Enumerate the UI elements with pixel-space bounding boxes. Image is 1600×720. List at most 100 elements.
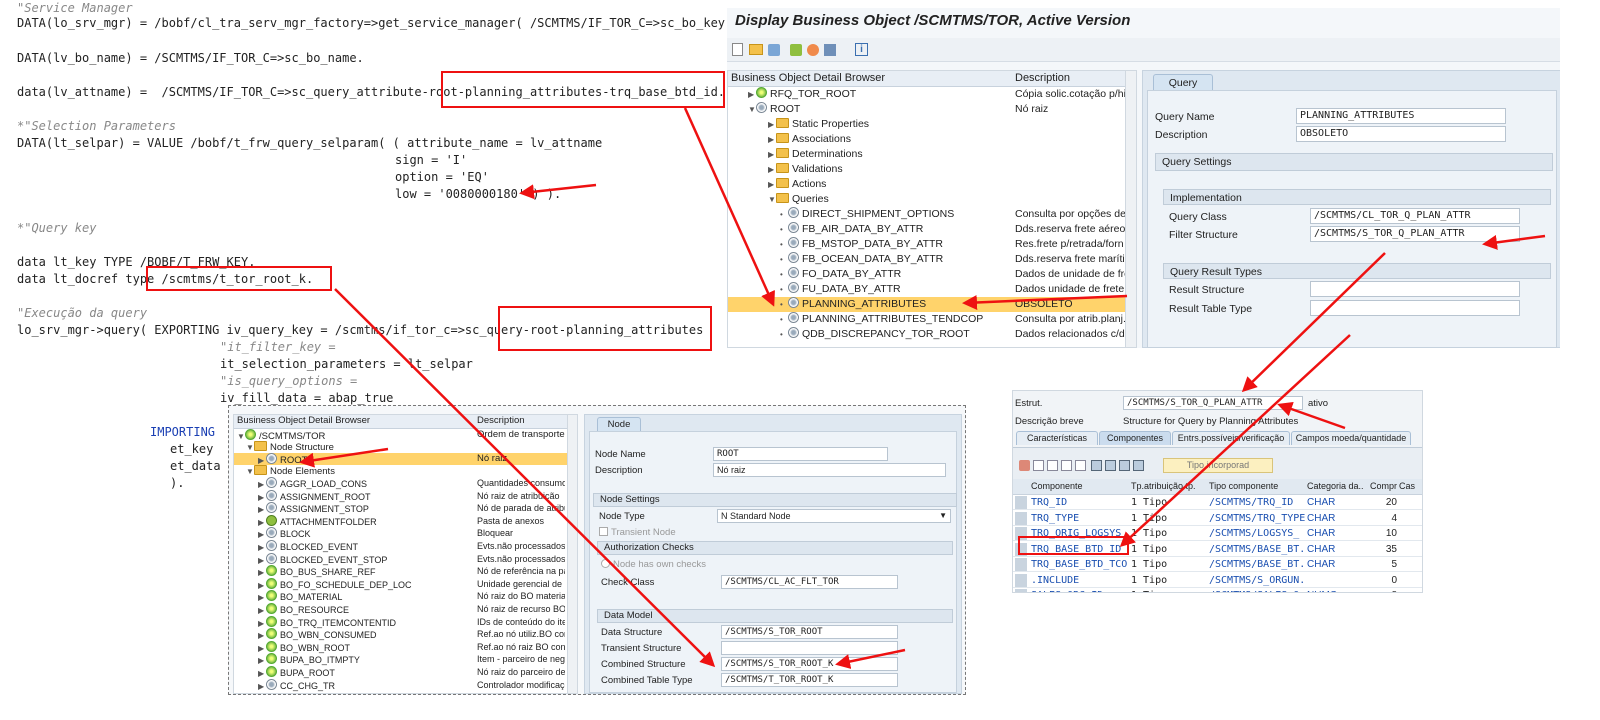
globe-icon[interactable] <box>807 44 819 56</box>
node-tree-col-browser[interactable]: Business Object Detail Browser <box>237 415 370 426</box>
delete-row-icon[interactable] <box>1075 460 1086 471</box>
cut-icon[interactable] <box>1019 460 1030 471</box>
chevron-down-icon[interactable]: ▼ <box>939 510 947 522</box>
query-name-field[interactable]: PLANNING_ATTRIBUTES <box>1296 108 1506 124</box>
tree-row-tor[interactable]: ▼/SCMTMS/TOR Ordem de transporte <box>234 429 577 442</box>
row-selector[interactable] <box>1015 573 1027 587</box>
paste-icon[interactable] <box>1047 460 1058 471</box>
node-tree-row[interactable]: ▶BO_WBN_ROOTRef.ao nó raiz BO conhec <box>234 640 577 653</box>
transient-node-checkbox[interactable]: Transient Node <box>599 527 676 538</box>
node-tree-row[interactable]: ▶ BUPA_BO_ITMPTY Item - parceiro de negóc <box>234 653 577 665</box>
tree-row[interactable]: ▼ Queries <box>728 192 1136 207</box>
data-structure-field[interactable]: /SCMTMS/S_TOR_ROOT <box>721 625 898 639</box>
tree-row[interactable]: ▶ RFQ_TOR_ROOT Cópia solic.cotação p/hier <box>728 87 1136 102</box>
tree-row[interactable]: • PLANNING_ATTRIBUTES OBSOLETO <box>728 297 1136 312</box>
row-selector[interactable] <box>1015 527 1027 540</box>
result-structure-field[interactable] <box>1310 281 1520 297</box>
up-icon[interactable] <box>1133 460 1144 471</box>
node-tree-row[interactable]: ▶ BLOCK Bloquear <box>234 527 577 539</box>
find-icon[interactable] <box>1105 460 1116 471</box>
node-tree-row[interactable]: ▶ BO_FO_SCHEDULE_DEP_LOC Unidade gerencial… <box>234 577 577 590</box>
node-tree-row[interactable]: ▶BO_BUS_SHARE_REFNó de referência na par… <box>234 565 577 577</box>
row-selector[interactable] <box>1015 558 1027 571</box>
grid-row[interactable]: TRQ_BASE_BTD_TCO 1 Tipo/SCMTMS/BASE_BT. CH… <box>1013 557 1422 572</box>
grid-row[interactable]: TRQ_ID 1 Tipo/SCMTMS/TRQ_ID CHAR 20 <box>1013 495 1422 510</box>
node-tree-row[interactable]: ▶ BO_MATERIAL Nó raiz do BO material <box>234 590 577 602</box>
tree-scrollbar[interactable] <box>1125 71 1136 347</box>
transient-structure-field[interactable] <box>721 641 898 655</box>
node-tree-row[interactable]: ▶BUPA_ROOTNó raiz do parceiro de ne <box>234 666 577 678</box>
tab-componentes[interactable]: Componentes <box>1099 431 1171 445</box>
tab-entrs[interactable]: Entrs.possíveis/verificação <box>1172 431 1290 445</box>
tab-campos[interactable]: Campos moeda/quantidade <box>1291 431 1411 445</box>
tree-row[interactable]: • FU_DATA_BY_ATTR Dados unidade de frete p <box>728 282 1136 297</box>
node-type-select[interactable]: N Standard Node ▼ <box>717 509 951 523</box>
tree-row-node-elements[interactable]: ▼ Node Elements <box>234 465 577 477</box>
query-description-field[interactable]: OBSOLETO <box>1296 126 1506 142</box>
node-tree-row[interactable]: ▶ ATTACHMENTFOLDER Pasta de anexos <box>234 514 577 527</box>
grid-row[interactable]: TRQ_TYPE 1 Tipo/SCMTMS/TRQ_TYPE CHAR 4 <box>1013 511 1422 526</box>
tree-row-node-structure[interactable]: ▼ Node Structure <box>234 441 577 453</box>
insert-row-icon[interactable] <box>1061 460 1072 471</box>
filter-structure-field[interactable]: /SCMTMS/S_TOR_Q_PLAN_ATTR <box>1310 226 1520 242</box>
node-tree-row[interactable]: ▶AGGR_LOAD_CONSQuantidades consumo ca <box>234 477 577 489</box>
tree-col-browser[interactable]: Business Object Detail Browser <box>731 72 885 84</box>
tree-row[interactable]: ▼ ROOT Nó raiz <box>728 102 1136 117</box>
tree-row[interactable]: • FB_MSTOP_DATA_BY_ATTR Res.frete p/retrad… <box>728 237 1136 252</box>
tree-row[interactable]: ▶ Static Properties <box>728 117 1136 132</box>
tab-query[interactable]: Query <box>1153 74 1213 91</box>
copy-icon[interactable] <box>1033 460 1044 471</box>
print-icon[interactable] <box>824 44 836 56</box>
check-class-field[interactable]: /SCMTMS/CL_AC_FLT_TOR <box>721 575 898 589</box>
hierarchy-icon[interactable] <box>790 44 802 56</box>
grid-row[interactable]: TRQ_BASE_BTD_ID 1 Tipo/SCMTMS/BASE_BT. CHA… <box>1013 542 1422 557</box>
tipo-incorporado-button[interactable]: Tipo incorporad <box>1163 458 1273 473</box>
tree-row-root[interactable]: ▶ ROOT Nó raiz <box>234 453 577 466</box>
tree-row[interactable]: ▶ Actions <box>728 177 1136 192</box>
node-description-field[interactable]: Nó raiz <box>713 463 946 477</box>
tree-row[interactable]: • QDB_DISCREPANCY_TOR_ROOT Dados relaciona… <box>728 327 1136 342</box>
node-tree-row[interactable]: ▶BLOCKED_EVENTEvts.não processados blo <box>234 540 577 552</box>
grid-column-header[interactable]: Categoria da... <box>1307 479 1363 494</box>
node-tree-scrollbar[interactable] <box>567 415 577 693</box>
tree-row[interactable]: • DIRECT_SHIPMENT_OPTIONS Consulta por opç… <box>728 207 1136 222</box>
grid-column-header[interactable]: Cas <box>1399 479 1422 494</box>
table-icon[interactable] <box>1119 460 1130 471</box>
node-tree-row[interactable]: ▶CC_CHG_TRControlador modificações <box>234 678 577 691</box>
combined-structure-field[interactable]: /SCMTMS/S_TOR_ROOT_K <box>721 657 898 671</box>
node-tree-row[interactable]: ▶BO_WBN_CONSUMEDRef.ao nó utiliz.BO conh… <box>234 628 577 640</box>
filter-icon[interactable] <box>1091 460 1102 471</box>
tools-icon[interactable] <box>768 44 780 56</box>
own-checks-radio[interactable]: Node has own checks <box>601 559 706 570</box>
tree-row[interactable]: • PLANNING_ATTRIBUTES_TENDCOP Consulta por… <box>728 312 1136 327</box>
tree-row[interactable]: • FO_DATA_BY_ATTR Dados de unidade de fret <box>728 267 1136 282</box>
node-tree-row[interactable]: ▶ BO_RESOURCE Nó raiz de recurso BO <box>234 603 577 615</box>
tree-col-description[interactable]: Description <box>1015 72 1070 84</box>
tree-row[interactable]: ▶ Validations <box>728 162 1136 177</box>
node-tree-col-description[interactable]: Description <box>477 415 525 426</box>
estrut-field[interactable]: /SCMTMS/S_TOR_Q_PLAN_ATTR <box>1123 396 1303 410</box>
query-class-field[interactable]: /SCMTMS/CL_TOR_Q_PLAN_ATTR <box>1310 208 1520 224</box>
result-table-field[interactable] <box>1310 300 1520 316</box>
tree-row[interactable]: • FB_OCEAN_DATA_BY_ATTR Dds.reserva frete … <box>728 252 1136 267</box>
combined-table-field[interactable]: /SCMTMS/T_TOR_ROOT_K <box>721 673 898 687</box>
grid-column-header[interactable]: Componente <box>1031 479 1129 494</box>
info-icon[interactable]: i <box>855 43 868 56</box>
tab-caracteristicas[interactable]: Características <box>1016 431 1098 445</box>
grid-row[interactable]: .INCLUDE 1 Tipo/SCMTMS/S_ORGUN. 0 <box>1013 573 1422 588</box>
row-selector[interactable] <box>1015 589 1027 592</box>
tree-row[interactable]: ▶ Associations <box>728 132 1136 147</box>
tree-row[interactable]: • FB_AIR_DATA_BY_ATTR Dds.reserva frete aé… <box>728 222 1136 237</box>
node-tree-row[interactable]: ▶ASSIGNMENT_STOPNó de parada de atribuiç <box>234 502 577 514</box>
node-name-field[interactable]: ROOT <box>713 447 888 461</box>
grid-row[interactable]: SALES_ORG_ID1 Tipo/SCMTMS/SALES_O.NUMC8 <box>1013 588 1422 592</box>
tree-row[interactable]: ▶ Determinations <box>728 147 1136 162</box>
row-selector[interactable] <box>1015 511 1027 525</box>
node-tree-row[interactable]: ▶ ASSIGNMENT_ROOT Nó raiz de atribuição <box>234 489 577 502</box>
grid-column-header[interactable]: Tipo componente <box>1209 479 1305 494</box>
row-selector[interactable] <box>1015 496 1027 509</box>
node-tree-row[interactable]: ▶ BO_TRQ_ITEMCONTENTID IDs de conteúdo do … <box>234 615 577 628</box>
new-icon[interactable] <box>732 43 743 56</box>
row-selector[interactable] <box>1015 542 1027 556</box>
grid-column-header[interactable]: Compr <box>1365 479 1397 494</box>
